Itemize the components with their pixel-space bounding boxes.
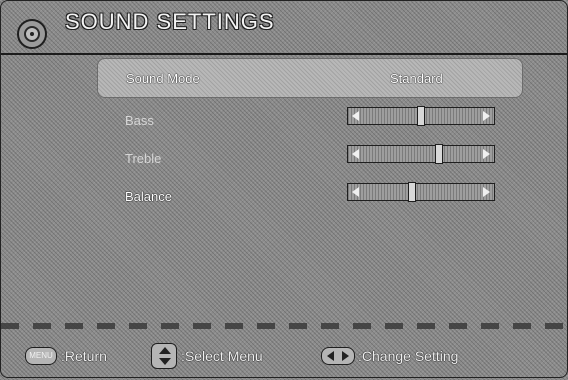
- treble-slider-knob[interactable]: [434, 144, 443, 164]
- footer-divider: [1, 323, 567, 329]
- sound-settings-screen: SOUND SETTINGS Sound Mode Standard Bass …: [0, 0, 568, 378]
- bass-label: Bass: [125, 113, 154, 128]
- slider-left-arrow-icon[interactable]: [352, 111, 359, 121]
- treble-label: Treble: [125, 151, 162, 166]
- speaker-disc-icon: [17, 19, 47, 49]
- slider-left-arrow-icon[interactable]: [352, 149, 359, 159]
- bass-slider-knob[interactable]: [417, 106, 425, 126]
- menu-item-sound-mode[interactable]: Sound Mode Standard: [97, 58, 523, 98]
- slider-right-arrow-icon[interactable]: [483, 149, 490, 159]
- return-hint: :Return: [61, 348, 107, 364]
- page-title: SOUND SETTINGS: [65, 9, 275, 34]
- select-menu-hint: :Select Menu: [181, 348, 263, 364]
- sound-mode-value: Standard: [390, 71, 443, 86]
- menu-button-icon: MENU: [25, 347, 57, 365]
- slider-right-arrow-icon[interactable]: [483, 187, 490, 197]
- balance-slider[interactable]: [347, 182, 495, 202]
- footer-help-bar: MENU :Return :Select Menu :Change Settin…: [1, 341, 567, 371]
- left-right-arrows-icon: [321, 347, 355, 365]
- sound-mode-label: Sound Mode: [126, 71, 200, 86]
- slider-right-arrow-icon[interactable]: [483, 111, 490, 121]
- change-setting-hint: :Change Setting: [358, 348, 459, 364]
- slider-left-arrow-icon[interactable]: [352, 187, 359, 197]
- up-down-arrows-icon: [151, 343, 177, 369]
- title-bar: SOUND SETTINGS: [1, 1, 567, 55]
- balance-label: Balance: [125, 189, 172, 204]
- treble-slider[interactable]: [347, 144, 495, 164]
- bass-slider[interactable]: [347, 106, 495, 126]
- balance-slider-knob[interactable]: [408, 182, 417, 202]
